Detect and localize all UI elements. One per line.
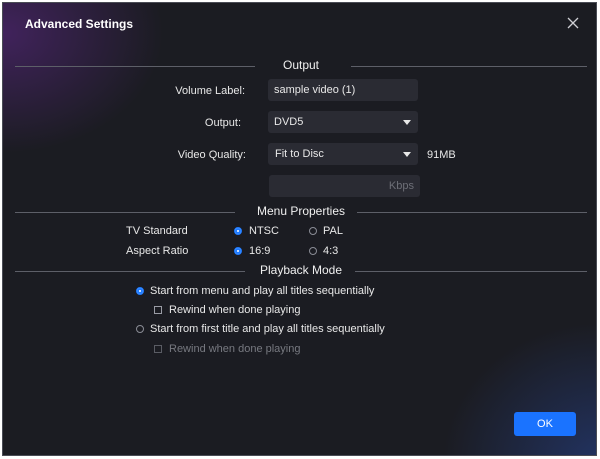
bitrate-input[interactable]: Kbps bbox=[269, 175, 420, 197]
chevron-down-icon bbox=[403, 152, 411, 157]
divider bbox=[357, 212, 587, 213]
rewind-label-menu[interactable]: Rewind when done playing bbox=[169, 304, 300, 316]
menu-section-title: Menu Properties bbox=[256, 204, 346, 218]
divider bbox=[351, 66, 587, 67]
output-label: Output: bbox=[204, 117, 241, 129]
close-icon[interactable] bbox=[566, 16, 580, 30]
aspect-ratio-label: Aspect Ratio bbox=[126, 245, 189, 257]
playback-section-header: Playback Mode bbox=[15, 263, 587, 279]
output-section-title: Output bbox=[282, 58, 320, 72]
video-quality-select[interactable]: Fit to Disc bbox=[268, 143, 418, 165]
output-select-value: DVD5 bbox=[274, 116, 304, 128]
menu-section-header: Menu Properties bbox=[15, 204, 587, 220]
rewind-checkbox-first-title bbox=[154, 345, 162, 353]
video-quality-label: Video Quality: bbox=[177, 149, 246, 161]
chevron-down-icon bbox=[403, 120, 411, 125]
volume-label-label: Volume Label: bbox=[175, 85, 245, 97]
output-section-header: Output bbox=[15, 58, 587, 74]
start-from-first-title-label[interactable]: Start from first title and play all titl… bbox=[150, 323, 385, 335]
rewind-checkbox-menu[interactable] bbox=[154, 306, 162, 314]
radio-4-3[interactable] bbox=[309, 247, 317, 255]
ntsc-label[interactable]: NTSC bbox=[249, 225, 279, 237]
volume-label-input[interactable]: sample video (1) bbox=[268, 79, 418, 101]
ok-button[interactable]: OK bbox=[514, 412, 576, 436]
radio-pal[interactable] bbox=[309, 227, 317, 235]
pal-label[interactable]: PAL bbox=[323, 225, 343, 237]
bitrate-unit: Kbps bbox=[388, 180, 414, 192]
radio-start-from-first-title[interactable] bbox=[136, 325, 144, 333]
radio-16-9[interactable] bbox=[234, 247, 242, 255]
divider bbox=[355, 271, 587, 272]
advanced-settings-dialog: Advanced Settings Output Volume Label: s… bbox=[2, 2, 597, 456]
output-select[interactable]: DVD5 bbox=[268, 111, 418, 133]
start-from-menu-label[interactable]: Start from menu and play all titles sequ… bbox=[150, 285, 374, 297]
tv-standard-label: TV Standard bbox=[126, 225, 188, 237]
playback-section-title: Playback Mode bbox=[259, 263, 343, 277]
radio-start-from-menu[interactable] bbox=[136, 287, 144, 295]
estimated-size: 91MB bbox=[427, 149, 456, 161]
dialog-title: Advanced Settings bbox=[25, 17, 134, 31]
aspect-4-3-label[interactable]: 4:3 bbox=[323, 245, 338, 257]
rewind-label-first-title: Rewind when done playing bbox=[169, 343, 301, 355]
aspect-16-9-label[interactable]: 16:9 bbox=[249, 245, 270, 257]
video-quality-select-value: Fit to Disc bbox=[275, 148, 324, 160]
radio-ntsc[interactable] bbox=[234, 227, 242, 235]
